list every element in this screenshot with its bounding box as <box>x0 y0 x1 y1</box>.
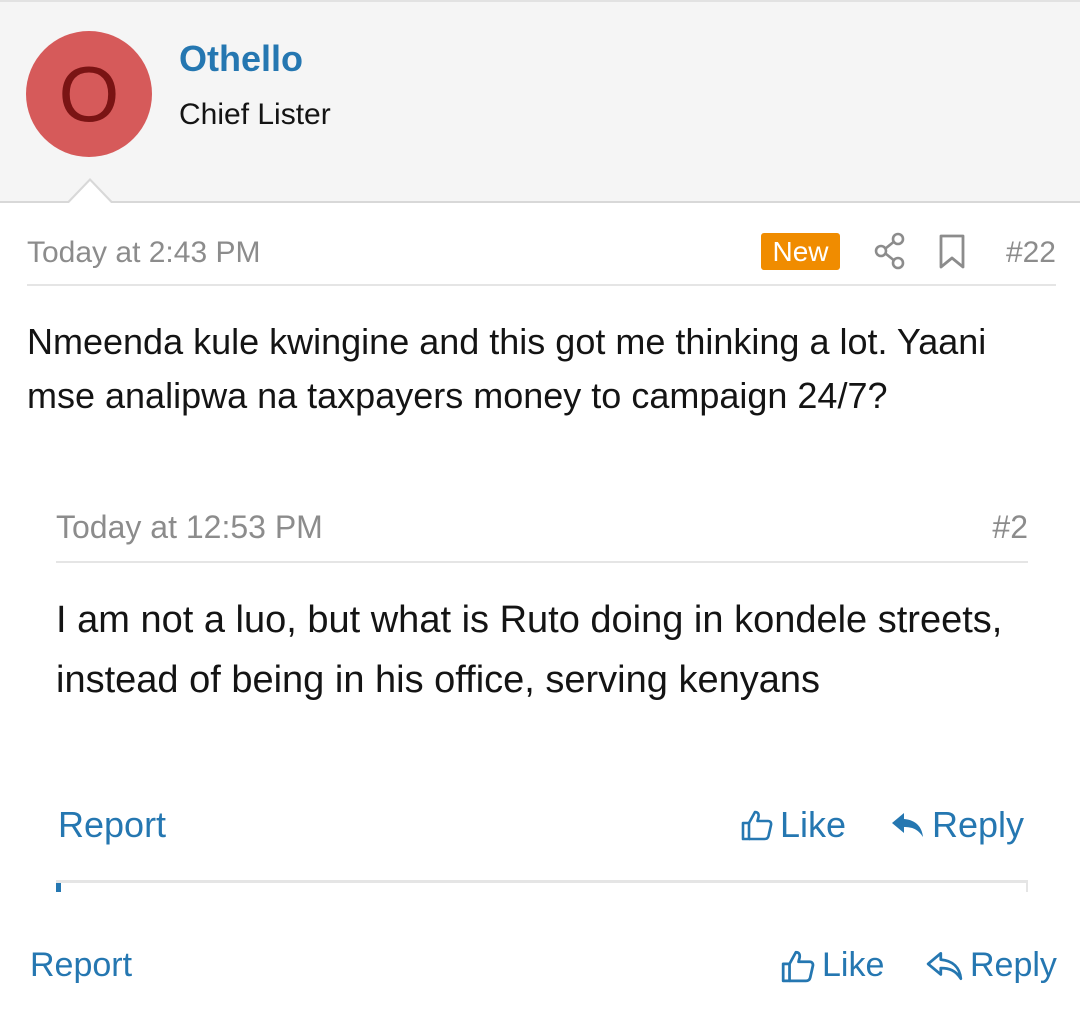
like-button[interactable]: Like <box>780 946 884 985</box>
quote-number[interactable]: #2 <box>992 509 1028 546</box>
avatar[interactable]: O <box>26 31 152 157</box>
quote-report-link[interactable]: Report <box>58 804 166 846</box>
quote-date[interactable]: Today at 12:53 PM <box>56 509 323 546</box>
quote-footer-bar <box>56 880 1028 892</box>
quote-meta: Today at 12:53 PM #2 <box>56 505 1028 563</box>
reply-label: Reply <box>970 946 1057 984</box>
user-title: Chief Lister <box>179 98 331 131</box>
bookmark-icon[interactable] <box>938 234 966 270</box>
post-actions: Report Like Reply <box>0 940 1080 1000</box>
quote-reply-label: Reply <box>932 804 1025 845</box>
quote-like-label: Like <box>780 804 847 845</box>
quote-body: I am not a luo, but what is Ruto doing i… <box>56 599 1003 701</box>
reply-icon <box>892 813 923 837</box>
username[interactable]: Othello <box>179 38 303 80</box>
post-page: O Othello Chief Lister Today at 2:43 PM … <box>0 0 1080 1018</box>
report-link[interactable]: Report <box>30 946 132 985</box>
post-body: Nmeenda kule kwingine and this got me th… <box>27 321 987 416</box>
reply-icon <box>926 951 963 980</box>
thumbs-up-icon <box>781 950 815 982</box>
like-label: Like <box>822 946 885 984</box>
quote-reply-button[interactable]: Reply <box>890 804 1024 846</box>
quote-like-button[interactable]: Like <box>740 804 846 846</box>
quote-actions: Report Like Reply <box>56 800 1028 856</box>
user-header: O Othello Chief Lister <box>0 0 1080 203</box>
post-meta: Today at 2:43 PM New #22 <box>27 228 1056 286</box>
header-pointer <box>66 178 114 204</box>
post-date[interactable]: Today at 2:43 PM <box>27 236 260 270</box>
reply-button[interactable]: Reply <box>926 946 1057 985</box>
post-number[interactable]: #22 <box>1006 236 1056 270</box>
thumbs-up-icon <box>741 810 773 841</box>
share-icon[interactable] <box>873 232 907 270</box>
new-badge: New <box>761 233 840 270</box>
